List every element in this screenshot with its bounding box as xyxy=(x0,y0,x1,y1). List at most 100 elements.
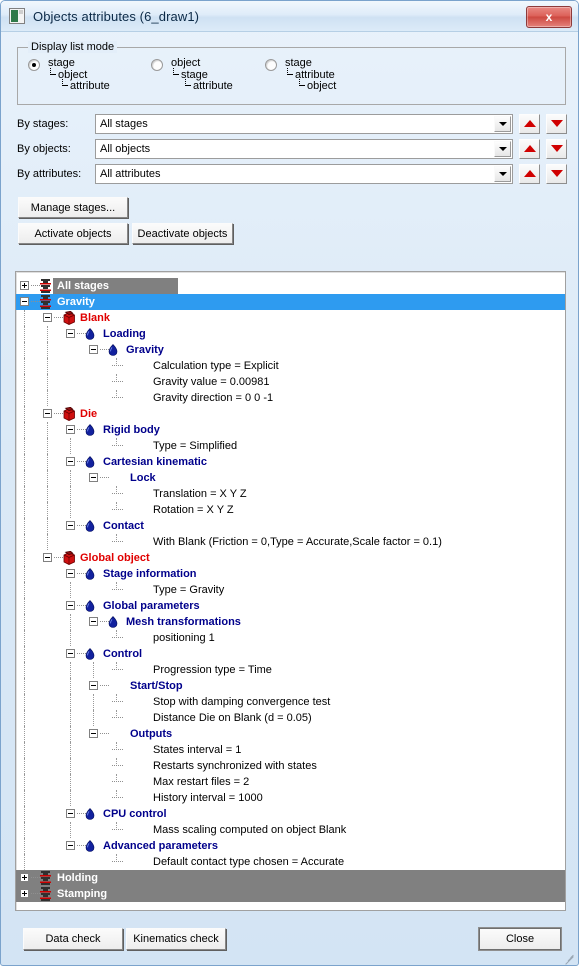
tree-collapse-icon[interactable] xyxy=(66,841,75,850)
tree-collapse-icon[interactable] xyxy=(66,649,75,658)
tree-row[interactable]: Outputs xyxy=(16,726,565,742)
tree-row-label: Rotation = X Y Z xyxy=(153,504,234,516)
chevron-down-icon[interactable] xyxy=(494,140,511,157)
tree-connector xyxy=(112,445,123,447)
chevron-down-icon[interactable] xyxy=(494,115,511,132)
tree-row-label: Gravity direction = 0 0 -1 xyxy=(153,392,274,404)
radio-option-object-stage-attribute[interactable]: object stage attribute xyxy=(151,57,233,93)
tree-row[interactable]: Type = Gravity xyxy=(16,582,565,598)
manage-stages-button[interactable]: Manage stages... xyxy=(18,197,128,218)
tree-row[interactable]: With Blank (Friction = 0,Type = Accurate… xyxy=(16,534,565,550)
tree-collapse-icon[interactable] xyxy=(43,409,52,418)
tree-row[interactable]: Lock xyxy=(16,470,565,486)
tree-collapse-icon[interactable] xyxy=(20,297,29,306)
tree-row[interactable]: Mass scaling computed on object Blank xyxy=(16,822,565,838)
tree-row[interactable]: Contact xyxy=(16,518,565,534)
tree-row[interactable]: Gravity direction = 0 0 -1 xyxy=(16,390,565,406)
tree-collapse-icon[interactable] xyxy=(43,553,52,562)
tree-row[interactable]: Global object xyxy=(16,550,565,566)
attributes-move-up-button[interactable] xyxy=(519,163,540,184)
tree-row[interactable]: Gravity value = 0.00981 xyxy=(16,374,565,390)
tree-row[interactable]: Rotation = X Y Z xyxy=(16,502,565,518)
tree-row[interactable]: Calculation type = Explicit xyxy=(16,358,565,374)
by-stages-combo[interactable]: All stages xyxy=(95,113,513,134)
data-check-button[interactable]: Data check xyxy=(23,928,123,950)
tree-row[interactable]: Max restart files = 2 xyxy=(16,774,565,790)
attributes-move-down-button[interactable] xyxy=(546,163,567,184)
objects-tree-panel[interactable]: All stages Gravity Blank Loading Gravity Calc… xyxy=(15,271,566,911)
close-button[interactable]: Close xyxy=(479,928,561,950)
tree-expand-icon[interactable] xyxy=(20,889,29,898)
objects-move-down-button[interactable] xyxy=(546,138,567,159)
stages-move-down-button[interactable] xyxy=(546,113,567,134)
tree-collapse-icon[interactable] xyxy=(66,457,75,466)
tree-guide-line xyxy=(70,742,72,758)
radio-dot-1[interactable] xyxy=(28,59,40,71)
tree-row[interactable]: Die xyxy=(16,406,565,422)
by-objects-combo[interactable]: All objects xyxy=(95,138,513,159)
by-attributes-combo[interactable]: All attributes xyxy=(95,163,513,184)
tree-collapse-icon[interactable] xyxy=(66,809,75,818)
chevron-down-icon[interactable] xyxy=(494,165,511,182)
close-window-button[interactable]: x xyxy=(526,6,572,28)
tree-row[interactable]: Start/Stop xyxy=(16,678,565,694)
tree-collapse-icon[interactable] xyxy=(66,425,75,434)
tree-row[interactable]: All stages xyxy=(16,278,565,294)
tree-collapse-icon[interactable] xyxy=(66,569,75,578)
tree-row[interactable]: Loading xyxy=(16,326,565,342)
tree-expand-icon[interactable] xyxy=(20,873,29,882)
tree-row[interactable]: Stop with damping convergence test xyxy=(16,694,565,710)
radio-option-stage-attribute-object[interactable]: stage attribute object xyxy=(265,57,336,93)
tree-row[interactable]: Gravity xyxy=(16,342,565,358)
tree-row-label: Type = Simplified xyxy=(153,440,238,452)
tree-collapse-icon[interactable] xyxy=(66,601,75,610)
tree-row[interactable]: positioning 1 xyxy=(16,630,565,646)
tree-collapse-icon[interactable] xyxy=(66,521,75,530)
tree-row[interactable]: Cartesian kinematic xyxy=(16,454,565,470)
tree-collapse-icon[interactable] xyxy=(43,313,52,322)
tree-row[interactable]: Mesh transformations xyxy=(16,614,565,630)
stages-move-up-button[interactable] xyxy=(519,113,540,134)
resize-grip-icon[interactable] xyxy=(564,951,576,965)
activate-objects-button[interactable]: Activate objects xyxy=(18,223,128,244)
tree-row[interactable]: Global parameters xyxy=(16,598,565,614)
tree-row-label: All stages xyxy=(57,280,109,292)
tree-row[interactable]: Restarts synchronized with states xyxy=(16,758,565,774)
tree-row[interactable]: Type = Simplified xyxy=(16,438,565,454)
diamond-icon xyxy=(85,456,95,468)
tree-row[interactable]: Blank xyxy=(16,310,565,326)
tree-row[interactable]: Control xyxy=(16,646,565,662)
tree-expand-icon[interactable] xyxy=(20,281,29,290)
tree-row[interactable]: Rigid body xyxy=(16,422,565,438)
tree-row[interactable]: Holding xyxy=(16,870,565,886)
tree-row[interactable]: Translation = X Y Z xyxy=(16,486,565,502)
tree-collapse-icon[interactable] xyxy=(89,473,98,482)
tree-row[interactable]: Advanced parameters xyxy=(16,838,565,854)
tree-row-label: Die xyxy=(80,408,98,420)
tree-row[interactable]: Stage information xyxy=(16,566,565,582)
tree-collapse-icon[interactable] xyxy=(89,729,98,738)
tree-collapse-icon[interactable] xyxy=(89,681,98,690)
tree-guide-line xyxy=(70,630,72,646)
radio-option-stage-object-attribute[interactable]: stage object attribute xyxy=(28,57,110,93)
tree-row[interactable]: States interval = 1 xyxy=(16,742,565,758)
tree-row[interactable]: Progression type = Time xyxy=(16,662,565,678)
tree-row-label: Global object xyxy=(80,552,150,564)
tree-row[interactable]: History interval = 1000 xyxy=(16,790,565,806)
tree-collapse-icon[interactable] xyxy=(89,345,98,354)
stage-press-icon xyxy=(39,279,52,293)
radio-dot-3[interactable] xyxy=(265,59,277,71)
tree-row[interactable]: Distance Die on Blank (d = 0.05) xyxy=(16,710,565,726)
radio-dot-2[interactable] xyxy=(151,59,163,71)
tree-row[interactable]: Gravity xyxy=(16,294,565,310)
tree-guide-line xyxy=(24,358,26,374)
objects-move-up-button[interactable] xyxy=(519,138,540,159)
tree-row[interactable]: Stamping xyxy=(16,886,565,902)
tree-row[interactable]: CPU control xyxy=(16,806,565,822)
tree-collapse-icon[interactable] xyxy=(89,617,98,626)
deactivate-objects-button[interactable]: Deactivate objects xyxy=(132,223,233,244)
tree-row[interactable]: Default contact type chosen = Accurate xyxy=(16,854,565,870)
kinematics-check-button[interactable]: Kinematics check xyxy=(126,928,226,950)
tree-collapse-icon[interactable] xyxy=(66,329,75,338)
tree-guide-line xyxy=(24,774,26,790)
